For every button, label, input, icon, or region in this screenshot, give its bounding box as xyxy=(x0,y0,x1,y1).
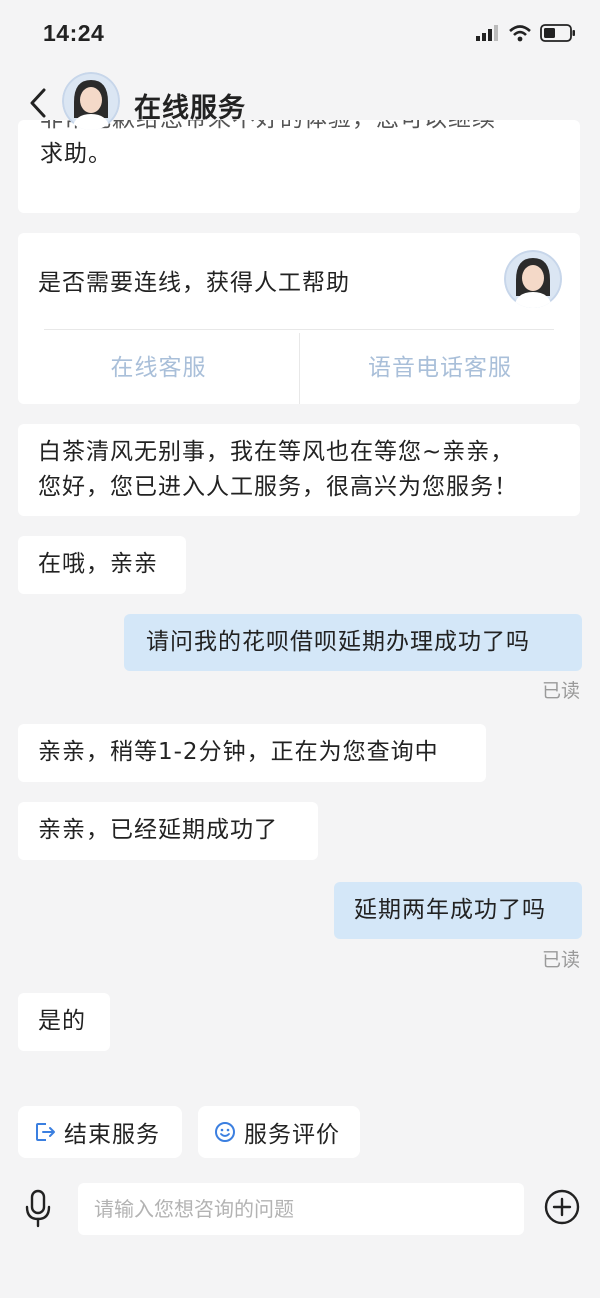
agent-success-text: 亲亲，已经延期成功了 xyxy=(38,817,278,843)
agent-yes-bubble: 是的 xyxy=(18,993,110,1051)
message-input[interactable] xyxy=(78,1183,524,1235)
transfer-prompt: 是否需要连线，获得人工帮助 xyxy=(38,270,350,296)
end-service-label: 结束服务 xyxy=(64,1122,160,1148)
prev-message-bubble: 非常抱歉给您带来不好的体验，您可以继续 求助。 xyxy=(18,120,580,213)
read-receipt-2: 已读 xyxy=(541,949,580,971)
online-agent-button[interactable]: 在线客服 xyxy=(18,343,299,393)
user-question-2-text: 延期两年成功了吗 xyxy=(354,897,546,923)
plus-icon[interactable] xyxy=(544,1189,580,1225)
phone-agent-button[interactable]: 语音电话客服 xyxy=(300,343,580,393)
microphone-icon[interactable] xyxy=(24,1188,52,1228)
wifi-icon xyxy=(509,24,531,41)
end-service-button[interactable]: 结束服务 xyxy=(18,1106,182,1158)
agent-success-bubble: 亲亲，已经延期成功了 xyxy=(18,802,318,860)
signal-icon xyxy=(476,25,498,41)
composer-bar xyxy=(0,1166,600,1298)
status-icons xyxy=(476,24,576,42)
user-question-1-text: 请问我的花呗借呗延期办理成功了吗 xyxy=(146,629,530,655)
rate-service-button[interactable]: 服务评价 xyxy=(198,1106,360,1158)
agent-greeting-line2: 您好，您已进入人工服务，很高兴为您服务！ xyxy=(38,474,518,500)
prev-message-last-line: 求助。 xyxy=(40,141,112,167)
agent-here-text: 在哦，亲亲 xyxy=(38,551,158,577)
transfer-card: 是否需要连线，获得人工帮助 在线客服 语音电话客服 xyxy=(18,233,580,404)
rate-service-label: 服务评价 xyxy=(244,1122,340,1148)
exit-icon xyxy=(36,1123,55,1141)
agent-greeting-bubble: 白茶清风无别事，我在等风也在等您~亲亲， 您好，您已进入人工服务，很高兴为您服务… xyxy=(18,424,580,516)
smile-icon xyxy=(215,1122,235,1142)
status-time: 14:24 xyxy=(43,20,105,46)
battery-icon xyxy=(540,24,575,42)
user-question-1-bubble: 请问我的花呗借呗延期办理成功了吗 xyxy=(124,614,582,671)
agent-greeting-line1: 白茶清风无别事，我在等风也在等您~亲亲， xyxy=(38,439,515,465)
transfer-avatar-image xyxy=(504,250,562,308)
agent-wait-bubble: 亲亲，稍等1-2分钟，正在为您查询中 xyxy=(18,724,486,782)
transfer-divider xyxy=(44,329,554,330)
read-receipt-1: 已读 xyxy=(541,680,580,702)
agent-wait-text: 亲亲，稍等1-2分钟，正在为您查询中 xyxy=(38,739,439,765)
status-bar: 14:24 xyxy=(0,0,600,66)
transfer-avatar xyxy=(504,250,562,308)
prev-message-clipped-line: 非常抱歉给您带来不好的体验，您可以继续 xyxy=(40,120,558,137)
agent-here-bubble: 在哦，亲亲 xyxy=(18,536,186,594)
agent-yes-text: 是的 xyxy=(38,1008,86,1034)
nav-bar-backdrop xyxy=(0,66,600,120)
user-question-2-bubble: 延期两年成功了吗 xyxy=(334,882,582,939)
